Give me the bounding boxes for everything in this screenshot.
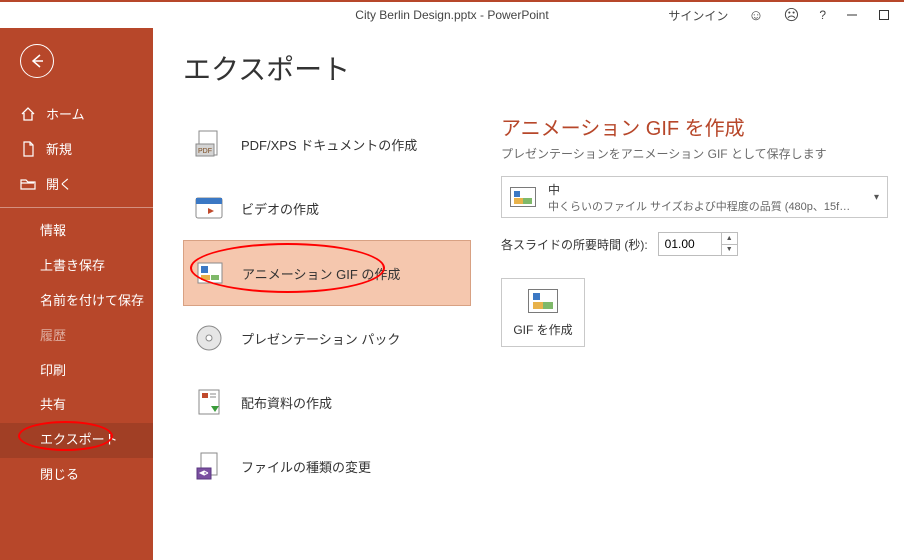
export-option-label: ビデオの作成 (241, 199, 319, 218)
sidebar-item-label: 閉じる (40, 467, 79, 482)
sidebar-item-label: 名前を付けて保存 (40, 293, 144, 308)
quality-description: 中くらいのファイル サイズおよび中程度の品質 (480p、15f… (548, 198, 862, 214)
sidebar-item-new[interactable]: 新規 (0, 131, 153, 166)
quality-level: 中 (548, 181, 862, 198)
sidebar-item-print[interactable]: 印刷 (0, 354, 153, 389)
sidebar-item-open[interactable]: 開く (0, 166, 153, 201)
chevron-down-icon: ▾ (874, 192, 879, 203)
detail-title: アニメーション GIF を作成 (501, 112, 888, 141)
export-option-label: ファイルの種類の変更 (241, 457, 371, 476)
sidebar-item-save[interactable]: 上書き保存 (0, 249, 153, 284)
create-gif-label: GIF を作成 (506, 321, 580, 338)
title-bar: City Berlin Design.pptx - PowerPoint サイン… (0, 0, 904, 28)
export-option-gif[interactable]: アニメーション GIF の作成 (183, 240, 471, 306)
sidebar-item-export[interactable]: エクスポート (0, 423, 153, 458)
help-button[interactable]: ? (809, 2, 836, 28)
sidebar-item-history: 履歴 (0, 319, 153, 354)
export-option-label: 配布資料の作成 (241, 393, 332, 412)
sidebar-item-label: 履歴 (40, 328, 66, 343)
sidebar-item-close[interactable]: 閉じる (0, 458, 153, 493)
picture-icon (528, 289, 558, 313)
spinner-up-icon[interactable]: ▲ (722, 233, 737, 245)
export-options-list: PDF PDF/XPS ドキュメントの作成 ビデオの作成 アニメーション GIF… (183, 112, 471, 498)
export-option-label: アニメーション GIF の作成 (242, 264, 400, 283)
sidebar-item-label: ホーム (46, 104, 85, 123)
quality-dropdown[interactable]: 中 中くらいのファイル サイズおよび中程度の品質 (480p、15f… ▾ (501, 176, 888, 218)
video-icon (193, 192, 225, 224)
export-option-video[interactable]: ビデオの作成 (183, 176, 471, 240)
new-file-icon (20, 141, 36, 157)
frown-icon[interactable]: ☹ (774, 2, 810, 28)
export-option-label: PDF/XPS ドキュメントの作成 (241, 135, 417, 154)
sidebar-item-label: 情報 (40, 223, 66, 238)
back-button[interactable] (20, 44, 54, 78)
sidebar-item-label: 印刷 (40, 363, 66, 378)
smiley-icon[interactable]: ☺ (738, 2, 773, 28)
home-icon (20, 106, 36, 122)
main-panel: エクスポート PDF PDF/XPS ドキュメントの作成 ビデオの作成 (153, 28, 904, 560)
package-cd-icon (193, 322, 225, 354)
export-option-handouts[interactable]: 配布資料の作成 (183, 370, 471, 434)
pdf-icon: PDF (193, 128, 225, 160)
sidebar-item-label: エクスポート (40, 432, 118, 447)
handouts-icon (193, 386, 225, 418)
sidebar-item-save-as[interactable]: 名前を付けて保存 (0, 284, 153, 319)
back-arrow-icon (28, 52, 46, 70)
sidebar-separator (0, 207, 153, 208)
sidebar-item-label: 新規 (46, 139, 72, 158)
spinner-down-icon[interactable]: ▼ (722, 245, 737, 256)
sidebar-item-share[interactable]: 共有 (0, 388, 153, 423)
backstage-sidebar: ホーム 新規 開く 情報 上書き保存 名前を付けて保存 履歴 印刷 共有 エクス… (0, 28, 153, 560)
signin-link[interactable]: サインイン (658, 2, 738, 28)
open-folder-icon (20, 176, 36, 192)
detail-subtitle: プレゼンテーションをアニメーション GIF として保存します (501, 145, 888, 162)
export-detail-panel: アニメーション GIF を作成 プレゼンテーションをアニメーション GIF とし… (501, 112, 904, 498)
duration-spinner[interactable]: ▲ ▼ (658, 232, 738, 256)
picture-icon (510, 187, 536, 207)
export-option-package[interactable]: プレゼンテーション パック (183, 306, 471, 370)
export-option-filetype[interactable]: ファイルの種類の変更 (183, 434, 471, 498)
sidebar-item-label: 開く (46, 174, 72, 193)
export-option-pdf-xps[interactable]: PDF PDF/XPS ドキュメントの作成 (183, 112, 471, 176)
page-title: エクスポート (183, 48, 904, 88)
minimize-button[interactable] (836, 2, 868, 28)
svg-text:PDF: PDF (198, 148, 212, 155)
create-gif-button[interactable]: GIF を作成 (501, 278, 585, 347)
export-option-label: プレゼンテーション パック (241, 329, 400, 348)
gif-icon (194, 257, 226, 289)
sidebar-item-label: 共有 (40, 397, 66, 412)
duration-label: 各スライドの所要時間 (秒): (501, 236, 648, 253)
maximize-button[interactable] (868, 2, 900, 28)
duration-input[interactable] (659, 233, 721, 255)
filetype-icon (193, 450, 225, 482)
sidebar-item-home[interactable]: ホーム (0, 96, 153, 131)
sidebar-item-label: 上書き保存 (40, 258, 105, 273)
sidebar-item-info[interactable]: 情報 (0, 214, 153, 249)
